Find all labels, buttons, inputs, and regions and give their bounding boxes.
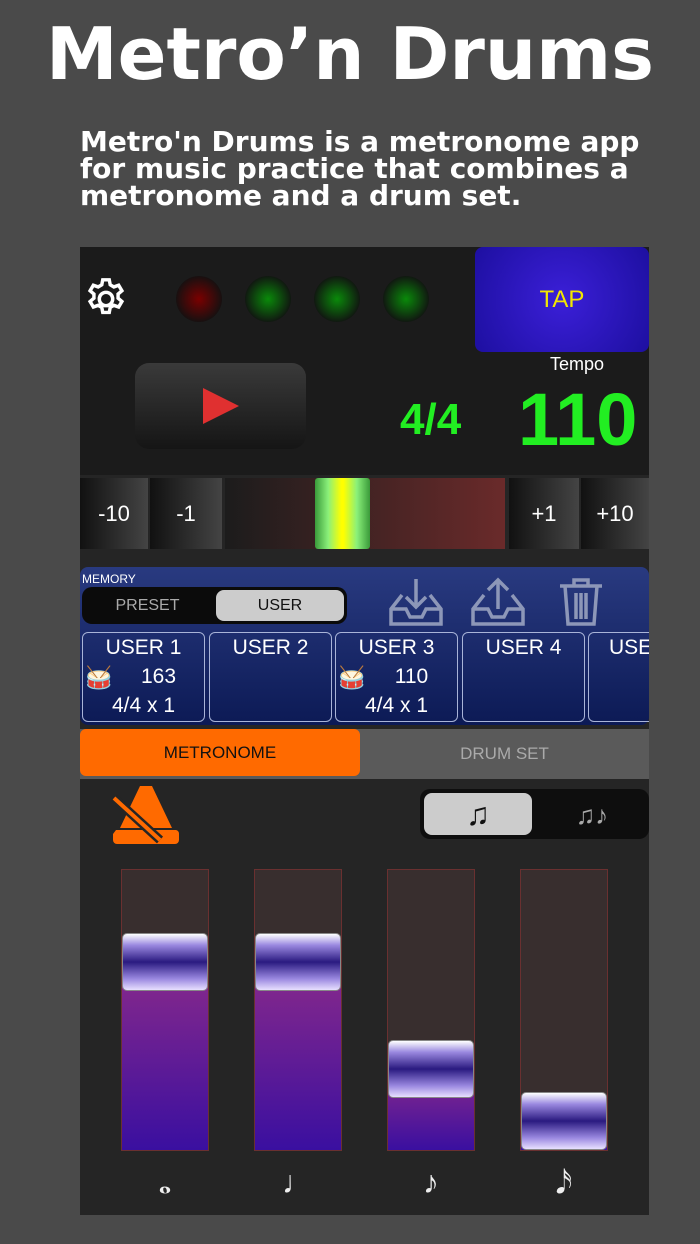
fader-knob[interactable] — [521, 1092, 607, 1150]
metronome-mute-icon[interactable] — [110, 782, 182, 846]
tempo-plus-10-button[interactable]: +10 — [581, 478, 649, 549]
slot-name: USE — [609, 636, 649, 659]
memory-slot-user-1[interactable]: USER 1 🥁 163 4/4 x 1 — [82, 632, 205, 722]
play-icon — [202, 388, 239, 424]
app-screen: TAP Tempo 4/4 110 -10 -1 +1 +10 MEMORY P… — [80, 247, 649, 1215]
play-button[interactable] — [135, 363, 306, 449]
page-title: Metro’n Drums — [46, 12, 654, 96]
tempo-minus-10-button[interactable]: -10 — [80, 478, 148, 549]
tempo-slider[interactable] — [225, 478, 505, 549]
tempo-plus-1-button[interactable]: +1 — [509, 478, 579, 549]
drum-set-tab[interactable]: DRUM SET — [360, 729, 649, 779]
user-tab[interactable]: USER — [216, 590, 344, 621]
memory-slot-user-4[interactable]: USER 4 — [462, 632, 585, 722]
volume-fader-3[interactable] — [387, 869, 475, 1151]
triplet-icon: ♫♪ — [575, 800, 609, 830]
memory-panel: MEMORY PRESET USER USER 1 🥁 163 4/4 x 1 U… — [80, 567, 649, 725]
slot-name: USER 3 — [358, 636, 435, 659]
memory-segmented-control: PRESET USER — [82, 587, 347, 624]
volume-fader-1[interactable] — [121, 869, 209, 1151]
fader-note-label: ♪ — [423, 1164, 439, 1200]
tempo-value: 110 — [518, 378, 638, 461]
tempo-slider-thumb[interactable] — [315, 478, 370, 549]
memory-label: MEMORY — [82, 572, 136, 586]
slot-tempo: 110 — [394, 665, 429, 688]
beat-led-4 — [383, 276, 429, 322]
triplet-notes-option[interactable]: ♫♪ — [538, 793, 646, 835]
volume-fader-2[interactable] — [254, 869, 342, 1151]
fader-note-label: 𝅝 — [158, 1164, 172, 1200]
description: Metro'n Drums is a metronome app for mus… — [80, 125, 640, 212]
fader-note-label: ♩ — [282, 1164, 314, 1200]
trash-icon[interactable] — [558, 577, 604, 627]
memory-slot-user-2[interactable]: USER 2 — [209, 632, 332, 722]
slot-meter: 4/4 x 1 — [111, 694, 176, 717]
volume-fader-4[interactable] — [520, 869, 608, 1151]
memory-slot-user-5[interactable]: USE — [588, 632, 649, 722]
export-icon[interactable] — [470, 577, 526, 627]
slot-name: USER 2 — [232, 636, 309, 659]
fader-knob[interactable] — [388, 1039, 474, 1098]
slot-name: USER 4 — [485, 636, 562, 659]
import-icon[interactable] — [388, 577, 444, 627]
gear-icon[interactable] — [82, 276, 130, 322]
beat-led-3 — [314, 276, 360, 322]
fader-knob[interactable] — [122, 933, 208, 992]
drum-set-icon: 🥁 — [85, 665, 113, 690]
tempo-minus-1-button[interactable]: -1 — [150, 478, 222, 549]
preset-tab[interactable]: PRESET — [85, 590, 210, 621]
tap-button[interactable]: TAP — [475, 247, 649, 352]
slot-meter: 4/4 x 1 — [364, 694, 429, 717]
tempo-label: Tempo — [550, 354, 605, 374]
mode-tabs: METRONOME DRUM SET — [80, 729, 649, 779]
metronome-tab[interactable]: METRONOME — [80, 729, 360, 776]
eighth-notes-option[interactable]: ♫ — [424, 793, 532, 835]
time-signature[interactable]: 4/4 — [400, 395, 461, 445]
note-subdivision-control: ♫ ♫♪ — [420, 789, 649, 839]
memory-slot-user-3[interactable]: USER 3 🥁 110 4/4 x 1 — [335, 632, 458, 722]
slot-tempo: 163 — [140, 665, 177, 688]
fader-knob[interactable] — [255, 933, 341, 992]
slot-name: USER 1 — [105, 636, 182, 659]
beat-led-1 — [176, 276, 222, 322]
drum-set-icon: 🥁 — [338, 665, 366, 690]
fader-note-label: 𝅘𝅥𝅯 — [555, 1164, 573, 1200]
beat-led-2 — [245, 276, 291, 322]
